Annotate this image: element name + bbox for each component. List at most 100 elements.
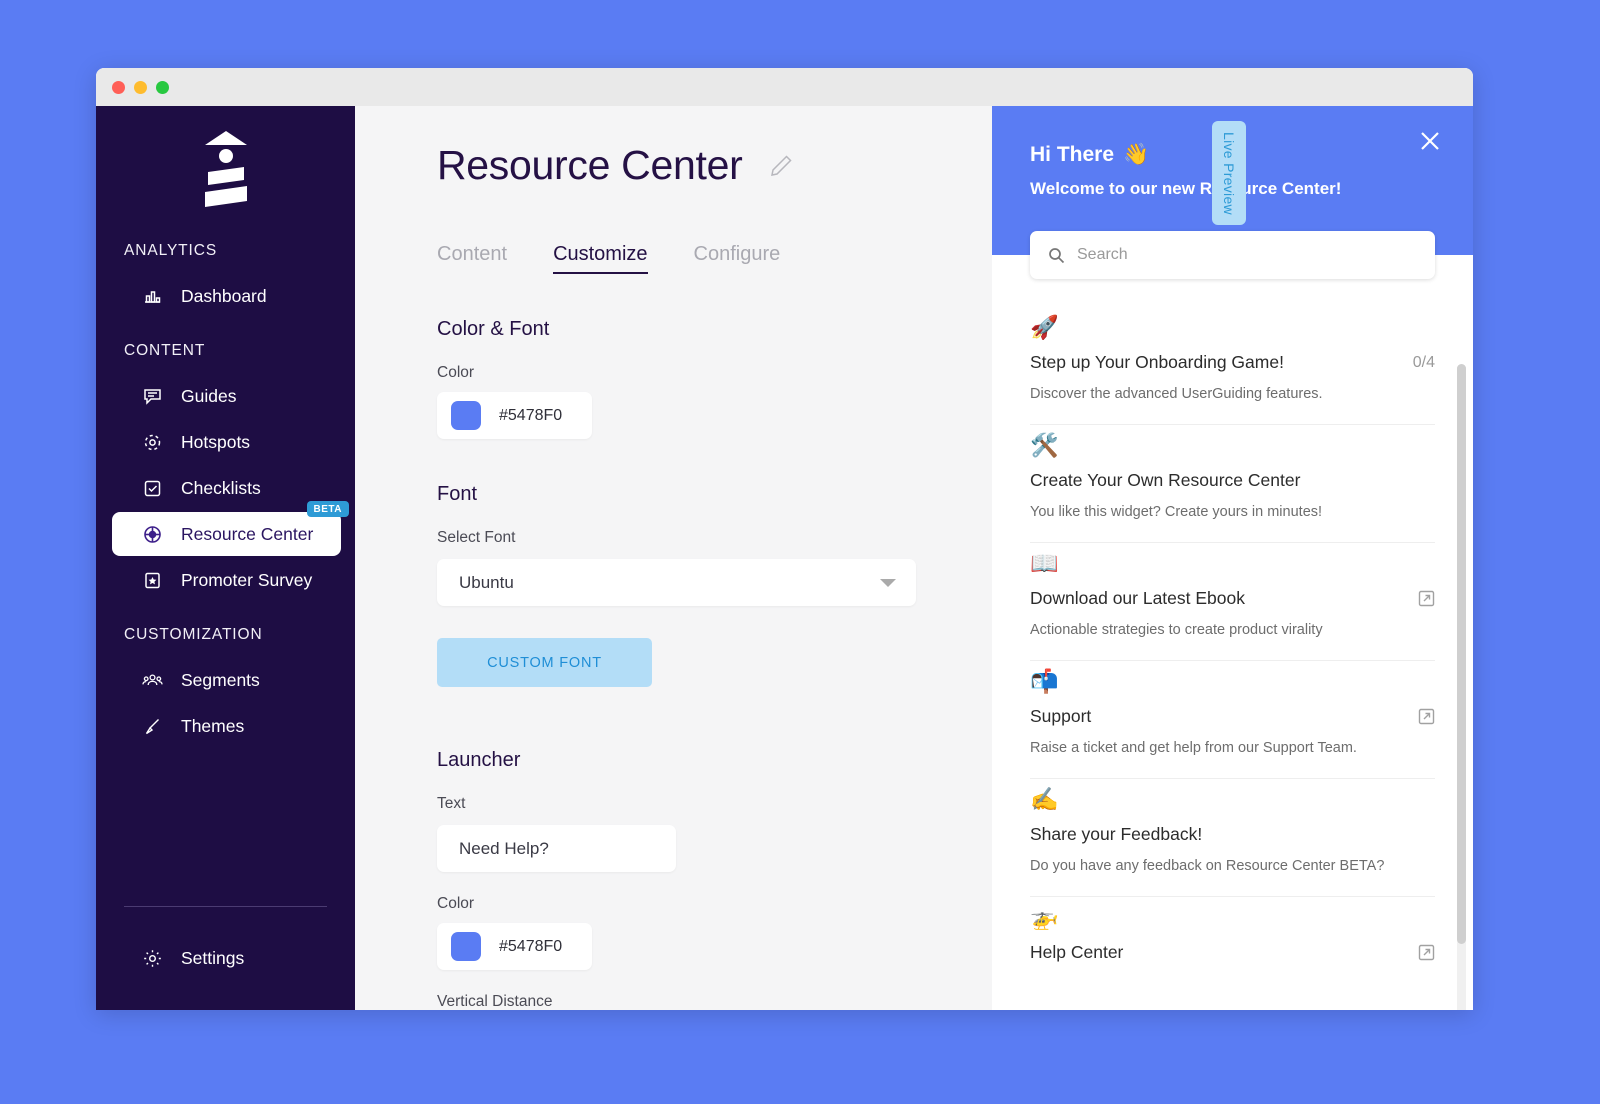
sidebar-item-label: Settings [181,947,245,968]
bar-chart-icon [142,286,163,307]
list-item-desc: You like this widget? Create yours in mi… [1030,504,1323,520]
color-picker-launcher[interactable]: #5478F0 [437,923,592,970]
scrollbar-thumb[interactable] [1457,364,1466,944]
list-item-title: Share your Feedback! [1030,824,1203,844]
close-icon[interactable] [1417,128,1443,154]
launcher-text-input[interactable] [437,825,676,872]
sidebar-item-promoter-survey[interactable]: Promoter Survey [112,558,341,602]
hammer-and-wrench-emoji: 🛠️ [1030,433,1059,459]
gear-icon [142,948,163,969]
sidebar-item-segments[interactable]: Segments [112,658,341,702]
list-item-title-row: Download our Latest Ebook [1030,588,1435,609]
sidebar-item-dashboard[interactable]: Dashboard [112,274,341,318]
open-book-emoji: 📖 [1030,551,1059,577]
rocket-emoji: 🚀 [1030,315,1059,341]
list-item-title-row: Support [1030,706,1435,727]
color-swatch[interactable] [451,401,481,430]
speech-bubble-icon [142,386,163,407]
list-item-title-row: Create Your Own Resource Center [1030,470,1435,491]
list-item-title-row: Share your Feedback! [1030,824,1435,845]
sidebar-section-customization: CUSTOMIZATION [124,626,263,643]
sidebar-item-label: Segments [181,669,260,690]
sidebar-item-label: Checklists [181,477,261,498]
list-item-title: Support [1030,706,1092,726]
hotspot-icon [142,432,163,453]
font-select[interactable]: Ubuntu [437,559,916,606]
list-item-title-row: Help Center [1030,942,1435,963]
color-hex-value: #5478F0 [499,406,563,424]
scrollbar-track[interactable] [1457,364,1466,1010]
color-picker-brand[interactable]: #5478F0 [437,392,592,439]
sidebar-item-label: Promoter Survey [181,569,313,590]
sidebar-item-hotspots[interactable]: Hotspots [112,420,341,464]
external-link-icon[interactable] [1418,708,1435,725]
list-item-title-row: Step up Your Onboarding Game! 0/4 [1030,352,1435,373]
list-item-desc: Do you have any feedback on Resource Cen… [1030,858,1385,874]
resource-list: 🚀 Step up Your Onboarding Game! 0/4 Disc… [992,255,1473,1010]
sidebar-section-content: CONTENT [124,342,206,359]
lifebuoy-icon [142,524,163,545]
sidebar-item-guides[interactable]: Guides [112,374,341,418]
window-maximize-button[interactable] [156,80,169,94]
resource-center-preview: Hi There 👋 Welcome to our new Resource C… [992,106,1473,1010]
external-link-icon[interactable] [1418,944,1435,961]
sidebar-item-themes[interactable]: Themes [112,704,341,748]
checkbox-icon [142,478,163,499]
list-item[interactable]: 🛠️ Create Your Own Resource Center You l… [1030,425,1435,543]
list-item-title: Help Center [1030,942,1124,962]
window-close-button[interactable] [112,80,125,94]
paintbrush-icon [142,716,163,737]
color-hex-value: #5478F0 [499,937,563,955]
sidebar: ANALYTICS Dashboard CONTENT Guides Hotsp… [96,106,355,1010]
sidebar-item-label: Resource Center [181,523,314,544]
writing-hand-emoji: ✍️ [1030,787,1059,813]
status-badge: BETA [306,501,349,517]
app-logo[interactable] [96,106,355,218]
list-item[interactable]: 🚀 Step up Your Onboarding Game! 0/4 Disc… [1030,307,1435,425]
chevron-down-icon [880,578,896,587]
pencil-icon[interactable] [768,153,794,179]
tab-customize[interactable]: Customize [553,243,649,274]
sidebar-footer: Settings [96,934,355,982]
mailbox-emoji: 📬 [1030,669,1059,695]
list-item-desc: Discover the advanced UserGuiding featur… [1030,386,1323,402]
live-preview-tab[interactable]: Live Preview [1212,121,1246,225]
list-item[interactable]: ✍️ Share your Feedback! Do you have any … [1030,779,1435,897]
main-content: Resource Center Content Customize Config… [355,106,1473,1010]
list-item-title: Step up Your Onboarding Game! [1030,352,1284,372]
sidebar-item-resource-center[interactable]: Resource Center BETA [112,501,349,556]
list-item-count: 0/4 [1412,353,1435,371]
sidebar-item-settings[interactable]: Settings [112,936,341,980]
window-body: ANALYTICS Dashboard CONTENT Guides Hotsp… [96,106,1473,1010]
window-titlebar [96,68,1473,106]
users-icon [142,670,163,691]
greeting-text: Hi There [1030,142,1115,166]
external-link-icon[interactable] [1418,590,1435,607]
screen: ANALYTICS Dashboard CONTENT Guides Hotsp… [0,0,1600,1104]
list-item-desc: Actionable strategies to create product … [1030,622,1323,638]
list-item[interactable]: 🚁 Help Center [1030,897,1435,985]
lighthouse-logo-icon [204,131,247,207]
sidebar-item-label: Guides [181,385,237,406]
list-item[interactable]: 📬 Support Raise a ticket and get help fr… [1030,661,1435,779]
color-swatch[interactable] [451,932,481,961]
sidebar-item-label: Themes [181,715,245,736]
list-item-title: Download our Latest Ebook [1030,588,1245,608]
sidebar-divider [124,906,327,907]
live-preview-label: Live Preview [1221,131,1237,215]
list-item-title: Create Your Own Resource Center [1030,470,1301,490]
sidebar-item-label: Hotspots [181,431,251,452]
window-minimize-button[interactable] [134,80,147,94]
browser-window: ANALYTICS Dashboard CONTENT Guides Hotsp… [96,68,1473,1010]
tab-configure[interactable]: Configure [694,243,781,274]
helicopter-emoji: 🚁 [1030,905,1059,931]
survey-icon [142,570,163,591]
list-item[interactable]: 📖 Download our Latest Ebook Actionable s… [1030,543,1435,661]
custom-font-button[interactable]: CUSTOM FONT [437,638,652,687]
page-title: Resource Center [437,142,743,188]
waving-hand-emoji: 👋 [1123,142,1150,166]
tab-content[interactable]: Content [437,243,507,274]
sidebar-item-label: Dashboard [181,285,267,306]
sidebar-section-analytics: ANALYTICS [124,242,218,259]
list-item-desc: Raise a ticket and get help from our Sup… [1030,740,1357,756]
